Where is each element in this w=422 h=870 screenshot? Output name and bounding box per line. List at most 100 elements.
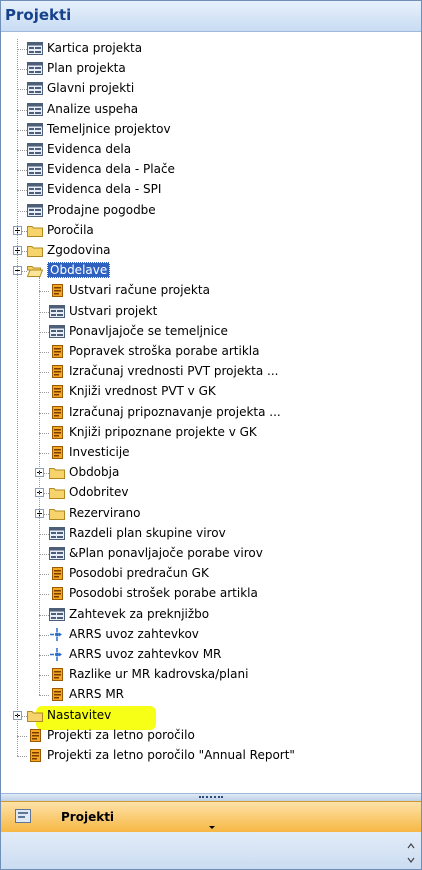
form-icon <box>49 607 65 621</box>
tree-item[interactable]: Kartica projekta <box>1 39 421 59</box>
tree-item[interactable]: ARRS uvoz zahtevkov <box>1 625 421 645</box>
tree-item[interactable]: Izračunaj vrednosti PVT projekta ... <box>1 362 421 382</box>
tree-connector <box>17 49 27 50</box>
tree-item[interactable]: Rezervirano <box>1 504 421 524</box>
form-icon <box>49 547 65 560</box>
tree-item-label: Plan projekta <box>47 61 126 76</box>
tree-connector <box>39 352 49 353</box>
tree-connector <box>17 109 27 111</box>
menu-tree: Kartica projekta Plan projekta Glavni proj… <box>1 39 421 791</box>
report-icon <box>49 425 65 439</box>
tree-item[interactable]: Evidenca dela - SPI <box>1 180 421 200</box>
tree-item-label: Izračunaj pripoznavanje projekta ... <box>69 404 281 419</box>
tree-item[interactable]: Izračunaj pripoznavanje projekta ... <box>1 403 421 423</box>
tree-item-label: Obdelave <box>47 262 111 279</box>
form-icon <box>27 102 43 116</box>
report-icon <box>49 365 65 379</box>
nav-button-label: Projekti <box>61 810 115 824</box>
tree-item[interactable]: Zgodovina <box>1 241 421 261</box>
tree-item[interactable]: Plan projekta <box>1 59 421 79</box>
tree-connector <box>17 69 27 71</box>
tree-item-label: Knjiži pripoznane projekte v GK <box>69 424 257 439</box>
folder-icon <box>49 507 65 520</box>
tree-connector <box>17 129 27 131</box>
tree-item-label: Projekti za letno poročilo "Annual Repor… <box>47 748 295 762</box>
tree-item[interactable]: Temeljnice projektov <box>1 120 421 140</box>
tree-item-label: Razlike ur MR kadrovska/plani <box>69 667 249 682</box>
tree-item[interactable]: Nastavitev <box>1 706 421 726</box>
tree-connector <box>17 170 27 172</box>
report-icon <box>49 345 65 358</box>
tree-item[interactable]: Ustvari račune projekta <box>1 281 421 301</box>
tree-item[interactable]: Ponavljajoče se temeljnice <box>1 322 421 342</box>
tree-connector <box>39 533 49 535</box>
tree-item-label: Rezervirano <box>69 505 141 520</box>
tree-item[interactable]: Odobritev <box>1 483 421 503</box>
tree-item-label: Poročila <box>47 222 94 237</box>
tree-item[interactable]: Ustvari projekt <box>1 302 421 322</box>
tree-item[interactable]: &Plan ponavljajoče porabe virov <box>1 544 421 564</box>
report-icon <box>49 688 65 702</box>
tree-item-label: Evidenca dela - SPI <box>47 182 162 197</box>
form-icon <box>49 526 65 540</box>
folder-icon <box>27 709 43 722</box>
tree-item[interactable]: Knjiži pripoznane projekte v GK <box>1 423 421 443</box>
tree-item-label: Odobritev <box>69 485 129 500</box>
report-icon <box>49 587 65 601</box>
tree-item[interactable]: Knjiži vrednost PVT v GK <box>1 382 421 402</box>
form-icon <box>27 183 43 197</box>
tree-item[interactable]: Obdelave <box>1 261 421 281</box>
tree-connector <box>39 311 49 313</box>
tree-item-label: Ustvari račune projekta <box>69 283 210 298</box>
tree-item-label: ARRS uvoz zahtevkov MR <box>69 647 222 661</box>
tree-item[interactable]: Investicije <box>1 443 421 463</box>
scroll-up-icon[interactable] <box>407 842 415 850</box>
tree-connector <box>17 150 27 151</box>
tree-item[interactable]: Evidenca dela - Plače <box>1 160 421 180</box>
tree-item[interactable]: Popravek stroška porabe artikla <box>1 342 421 362</box>
nav-button-projekti[interactable]: Projekti <box>1 801 421 833</box>
pane-title: Projekti <box>5 6 72 24</box>
tree-item-label: Ustvari projekt <box>69 303 158 318</box>
tree-connector <box>39 695 49 697</box>
tree-item[interactable]: Projekti za letno poročilo "Annual Repor… <box>1 746 421 766</box>
tree-item-label: Projekti za letno poročilo <box>47 727 195 742</box>
tree-item-label: Nastavitev <box>47 707 112 722</box>
tree-item[interactable]: Obdobja <box>1 463 421 483</box>
tree-item[interactable]: ARRS uvoz zahtevkov MR <box>1 645 421 665</box>
tree-item[interactable]: Poročila <box>1 221 421 241</box>
tree-item[interactable]: Posodobi predračun GK <box>1 564 421 584</box>
tree-connector <box>39 614 49 616</box>
tree-item[interactable]: Analize uspeha <box>1 100 421 120</box>
tree-connector <box>39 554 49 555</box>
tree-guide-line <box>17 39 18 756</box>
folder-icon <box>49 466 65 480</box>
tree-connector <box>39 432 49 434</box>
tree-item[interactable]: Zahtevek za preknjižbo <box>1 605 421 625</box>
scroll-down-icon[interactable] <box>407 856 415 864</box>
tree-connector <box>17 190 27 192</box>
form-icon <box>27 62 43 76</box>
report-icon <box>27 749 43 762</box>
tree-item-label: Evidenca dela - Plače <box>47 162 175 177</box>
chevron-down-icon[interactable] <box>209 826 215 829</box>
tree-item[interactable]: Razdeli plan skupine virov <box>1 524 421 544</box>
pane-header: Projekti <box>1 1 421 32</box>
tree-item-label: Obdobja <box>69 465 120 480</box>
form-icon <box>27 143 43 156</box>
tree-item[interactable]: Evidenca dela <box>1 140 421 160</box>
tree-item-label: Evidenca dela <box>47 142 132 156</box>
tree-item[interactable]: Projekti za letno poročilo <box>1 726 421 746</box>
tree-item[interactable]: Prodajne pogodbe <box>1 201 421 221</box>
tree-connector <box>39 675 49 677</box>
report-icon <box>49 446 65 459</box>
report-icon <box>49 405 65 419</box>
folder-icon <box>27 244 43 257</box>
tree-connector <box>39 453 49 454</box>
tree-item[interactable]: Razlike ur MR kadrovska/plani <box>1 665 421 685</box>
form-icon <box>27 122 43 136</box>
tree-item[interactable]: Posodobi strošek porabe artikla <box>1 584 421 604</box>
tree-item[interactable]: Glavni projekti <box>1 79 421 99</box>
tree-item-label: Posodobi predračun GK <box>69 566 209 581</box>
tree-item[interactable]: ARRS MR <box>1 685 421 705</box>
